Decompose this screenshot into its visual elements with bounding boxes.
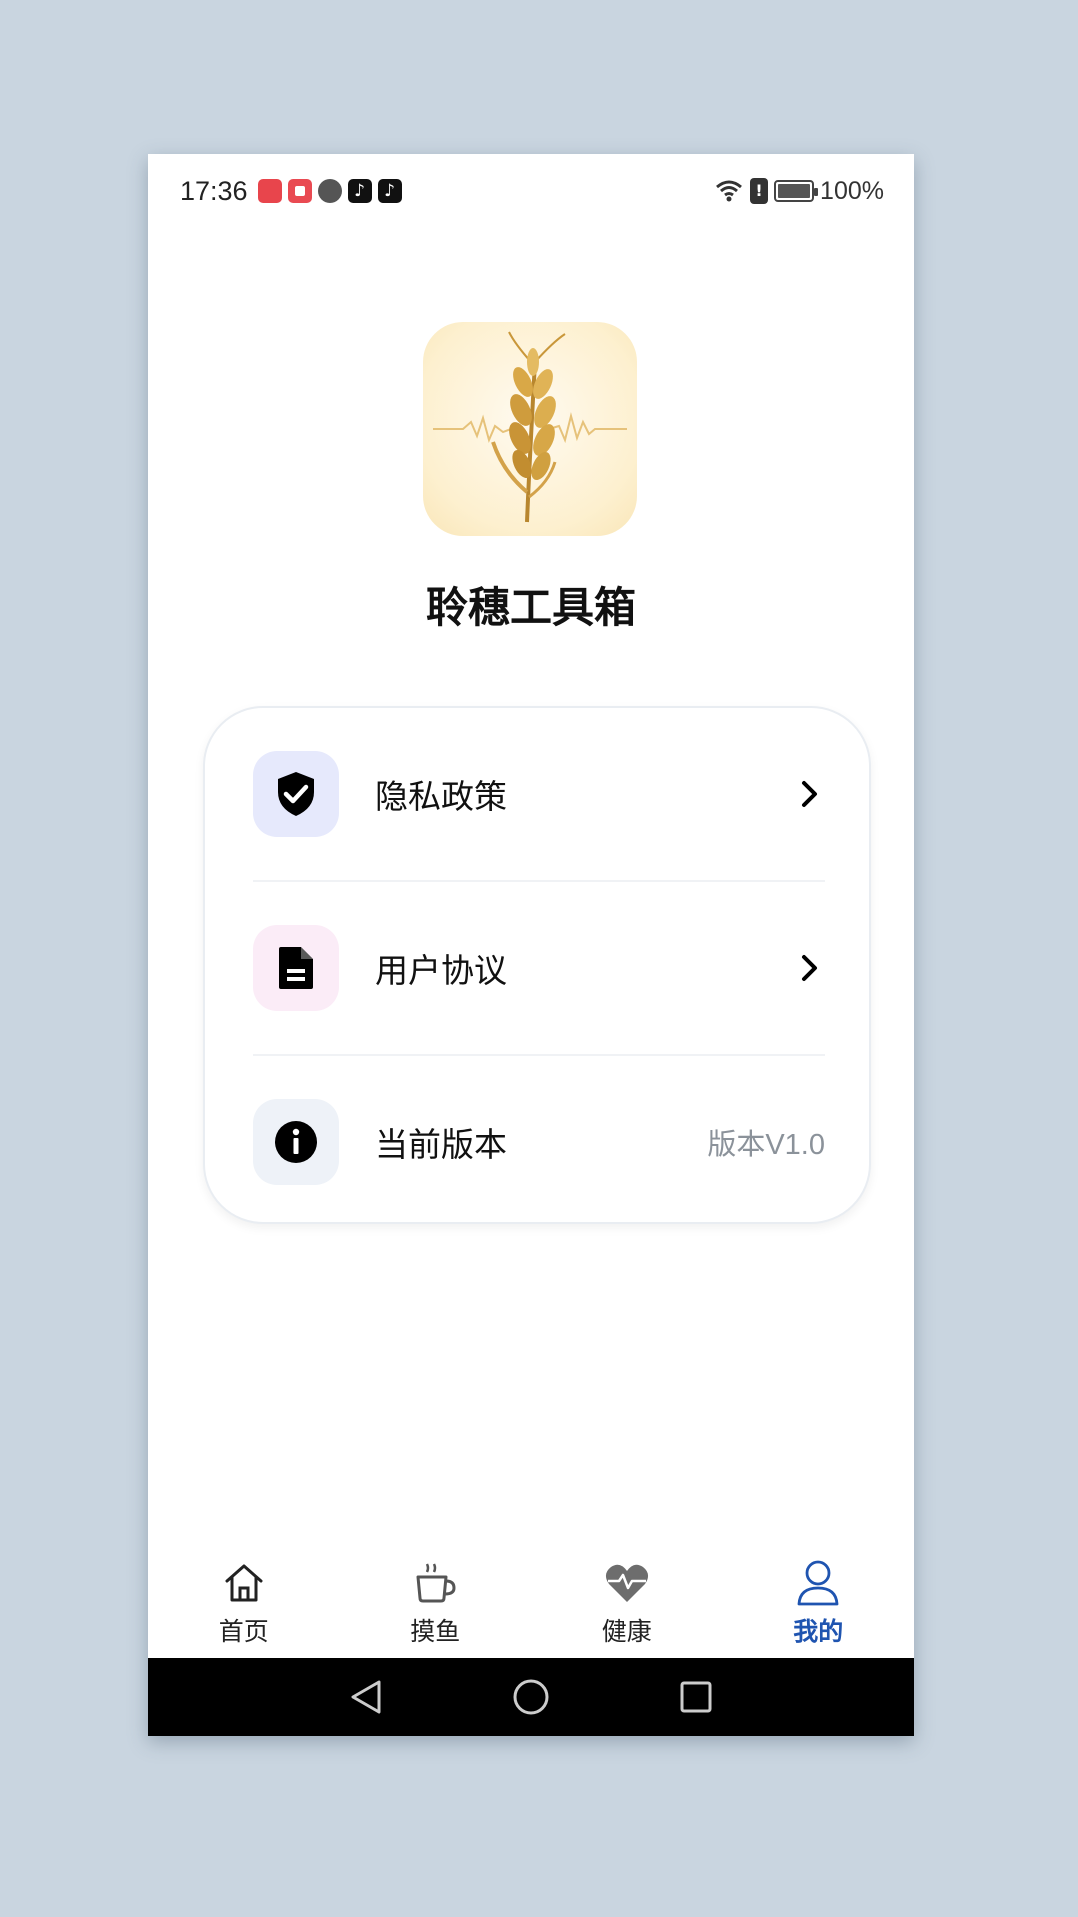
tab-mine[interactable]: 我的	[723, 1546, 915, 1658]
tab-moyu[interactable]: 摸鱼	[340, 1546, 532, 1658]
recents-square-icon[interactable]	[676, 1677, 716, 1717]
battery-icon	[774, 180, 819, 202]
heart-pulse-icon	[602, 1558, 652, 1608]
status-right: ! 100%	[714, 177, 884, 206]
browser-icon	[317, 179, 342, 203]
coffee-cup-icon	[410, 1558, 460, 1608]
app-title: 聆穗工具箱	[425, 583, 636, 632]
version-value: 版本V1.0	[707, 1129, 825, 1161]
sim-alert-icon: !	[750, 178, 769, 204]
menu-item-label: 隐私政策	[375, 777, 507, 816]
home-circle-icon[interactable]	[511, 1677, 551, 1717]
status-left: 17:36 ♪ ♪	[180, 176, 402, 207]
menu-item-label: 用户协议	[375, 951, 507, 990]
menu-item-user-agreement[interactable]: 用户协议	[253, 882, 825, 1054]
agreement-icon-container	[253, 925, 339, 1011]
status-time: 17:36	[180, 175, 248, 206]
battery-percent: 100%	[820, 176, 884, 205]
tab-label: 我的	[793, 1617, 844, 1646]
tab-health[interactable]: 健康	[531, 1546, 723, 1658]
status-bar: 17:36 ♪ ♪ ! 100%	[148, 154, 914, 216]
bottom-tab-bar: 首页 摸鱼 健康 我的	[148, 1546, 914, 1658]
chevron-right-icon	[795, 774, 825, 814]
shield-check-icon	[278, 772, 314, 816]
wifi-icon	[716, 180, 743, 202]
chevron-right-icon	[795, 948, 825, 988]
tiktok-icon: ♪	[377, 179, 402, 203]
tab-label: 摸鱼	[410, 1617, 461, 1646]
huawei-store-icon	[257, 179, 282, 203]
user-icon	[793, 1558, 843, 1608]
tab-home[interactable]: 首页	[148, 1546, 340, 1658]
wheat-soundwave-logo	[433, 331, 627, 523]
tab-label: 健康	[601, 1617, 652, 1646]
system-navigation-bar	[148, 1658, 914, 1736]
back-triangle-icon[interactable]	[346, 1677, 386, 1717]
phone-screen: 17:36 ♪ ♪ ! 100% 聆穗工具箱 隐私政策 用户协议 当前版本 版本…	[148, 154, 914, 1736]
reader-icon	[287, 179, 312, 203]
app-logo	[423, 322, 637, 536]
tab-label: 首页	[218, 1617, 269, 1646]
menu-item-privacy-policy[interactable]: 隐私政策	[253, 708, 825, 880]
version-icon-container	[253, 1099, 339, 1185]
menu-item-label: 当前版本	[375, 1125, 507, 1164]
menu-item-current-version: 当前版本 版本V1.0	[253, 1056, 825, 1228]
privacy-icon-container	[253, 751, 339, 837]
settings-card: 隐私政策 用户协议 当前版本 版本V1.0	[203, 706, 871, 1224]
tiktok-icon: ♪	[347, 179, 372, 203]
info-icon	[275, 1121, 317, 1163]
document-icon	[279, 947, 313, 989]
home-icon	[219, 1558, 269, 1608]
